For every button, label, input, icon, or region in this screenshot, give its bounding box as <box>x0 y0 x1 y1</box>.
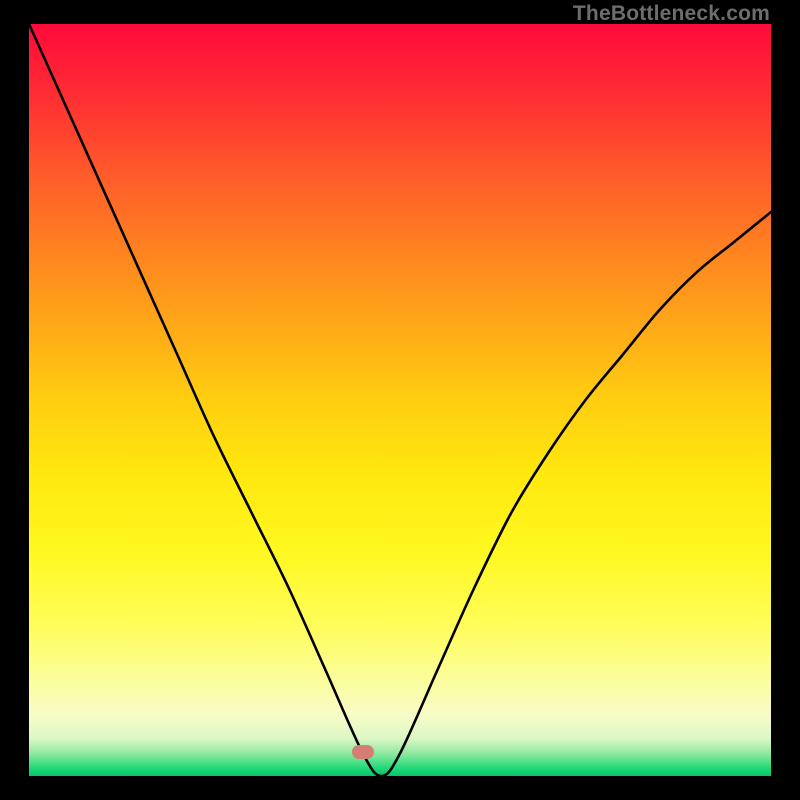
chart-frame: TheBottleneck.com <box>0 0 800 800</box>
watermark-text: TheBottleneck.com <box>573 2 770 26</box>
optimal-point-marker <box>352 745 374 759</box>
bottleneck-curve <box>29 24 771 776</box>
chart-plot-area <box>29 24 771 776</box>
